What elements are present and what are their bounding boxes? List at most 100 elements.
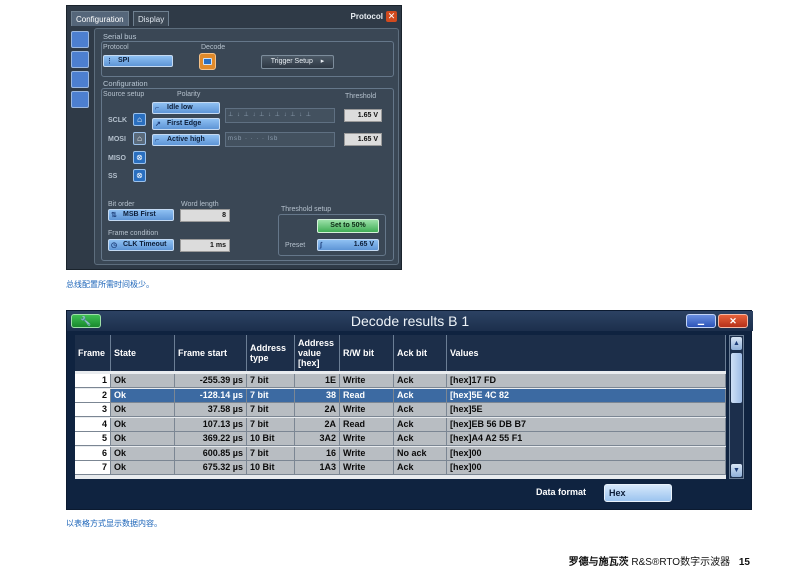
serial-bus-section: Serial bus — [103, 32, 137, 41]
column-header-ack-bit[interactable]: Ack bit — [394, 335, 447, 371]
clock-icon: ◷ — [111, 242, 118, 249]
miso-source-icon[interactable]: ⊗ — [133, 151, 146, 164]
cell-address-value: 3A2 — [295, 432, 340, 446]
caption-config: 总线配置所需时间极少。 — [66, 280, 154, 289]
sclk-edge-dropdown[interactable]: ↗ First Edge — [152, 118, 220, 130]
cell-values: [hex]5E — [447, 403, 726, 417]
mosi-source-icon[interactable]: ⌂ — [133, 132, 146, 145]
cell-ack-bit: Ack — [394, 403, 447, 417]
table-row[interactable]: 5 Ok 369.22 µs 10 Bit 3A2 Write Ack [hex]A4 A2 … — [75, 432, 726, 446]
cell-state: Ok — [111, 417, 175, 432]
cell-state: Ok — [111, 461, 175, 475]
source-setup-label: Source setup — [103, 91, 145, 98]
cell-frame-start: 107.13 µs — [175, 417, 247, 432]
cell-ack-bit: Ack — [394, 432, 447, 446]
cell-ack-bit: Ack — [394, 374, 447, 388]
side-nav-button-3[interactable] — [71, 71, 89, 88]
mosi-polarity-dropdown[interactable]: ⌐ Active high — [152, 134, 220, 146]
cell-values: [hex]A4 A2 55 F1 — [447, 432, 726, 446]
column-header-address-type[interactable]: Address type — [247, 335, 295, 371]
close-icon[interactable]: ✕ — [718, 314, 748, 328]
close-icon[interactable]: ✕ — [386, 11, 397, 22]
column-header-rw-bit[interactable]: R/W bit — [340, 335, 394, 371]
mosi-polarity-value: Active high — [167, 136, 205, 143]
table-row[interactable]: 7 Ok 675.32 µs 10 Bit 1A3 Write Ack [hex]00 — [75, 461, 726, 475]
side-nav-button-2[interactable] — [71, 51, 89, 68]
bit-order-label: Bit order — [108, 201, 135, 208]
preset-label: Preset — [285, 242, 306, 249]
column-header-values[interactable]: Values — [447, 335, 726, 371]
wrench-icon[interactable]: 🔧 — [71, 314, 101, 328]
table-row[interactable]: 4 Ok 107.13 µs 7 bit 2A Read Ack [hex]EB 56 DB … — [75, 417, 726, 432]
cell-rw-bit: Write — [340, 446, 394, 461]
table-row[interactable]: 2 Ok -128.14 µs 7 bit 38 Read Ack [hex]5E 4C 82 — [75, 388, 726, 403]
polarity-icon: ⌐ — [155, 105, 160, 112]
frame-timeout-field[interactable]: 1 ms — [180, 239, 230, 252]
table-row[interactable]: 3 Ok 37.58 µs 7 bit 2A Write Ack [hex]5E — [75, 403, 726, 417]
minimize-icon[interactable]: ▁ — [686, 314, 716, 328]
cell-address-type: 7 bit — [247, 374, 295, 388]
cell-address-type: 10 Bit — [247, 432, 295, 446]
preset-value: 1.65 V — [353, 241, 374, 248]
polarity-icon: ⌐ — [155, 137, 160, 144]
cell-address-type: 7 bit — [247, 388, 295, 403]
scroll-down-icon[interactable]: ▼ — [731, 464, 742, 477]
cell-frame-start: 369.22 µs — [175, 432, 247, 446]
data-format-dropdown[interactable]: Hex — [604, 484, 672, 502]
tab-display[interactable]: Display — [133, 11, 170, 26]
table-row[interactable]: 1 Ok -255.39 µs 7 bit 1E Write Ack [hex]17 FD — [75, 374, 726, 388]
trigger-setup-label: Trigger Setup — [270, 58, 313, 65]
tab-configuration[interactable]: Configuration — [71, 11, 129, 26]
scroll-up-icon[interactable]: ▲ — [731, 337, 742, 350]
column-header-frame[interactable]: Frame — [75, 335, 111, 371]
frame-condition-dropdown[interactable]: ◷ CLK Timeout — [108, 239, 174, 251]
decode-scrollbar[interactable]: ▲ ▼ — [729, 335, 744, 479]
column-header-address-value[interactable]: Address value [hex] — [295, 335, 340, 371]
cell-state: Ok — [111, 374, 175, 388]
cell-rw-bit: Write — [340, 374, 394, 388]
cell-values: [hex]00 — [447, 446, 726, 461]
cell-rw-bit: Read — [340, 417, 394, 432]
cell-state: Ok — [111, 432, 175, 446]
sclk-polarity-dropdown[interactable]: ⌐ Idle low — [152, 102, 220, 114]
cell-ack-bit: Ack — [394, 417, 447, 432]
scroll-thumb[interactable] — [731, 353, 742, 403]
cell-frame: 6 — [75, 446, 111, 461]
cell-frame: 1 — [75, 374, 111, 388]
cell-address-type: 7 bit — [247, 446, 295, 461]
cell-frame: 4 — [75, 417, 111, 432]
cell-address-value: 2A — [295, 403, 340, 417]
cell-frame: 7 — [75, 461, 111, 475]
ss-source-icon[interactable]: ⊗ — [133, 169, 146, 182]
side-nav-button-1[interactable] — [71, 31, 89, 48]
protocol-value: SPI — [118, 57, 130, 64]
cell-frame: 2 — [75, 388, 111, 403]
trigger-setup-button[interactable]: Trigger Setup ▸ — [261, 55, 334, 69]
chevron-right-icon: ▸ — [320, 58, 325, 65]
cell-state: Ok — [111, 446, 175, 461]
cell-values: [hex]17 FD — [447, 374, 726, 388]
table-row[interactable]: 6 Ok 600.85 µs 7 bit 16 Write No ack [hex]00 — [75, 446, 726, 461]
protocol-dropdown[interactable]: ⋮ SPI — [103, 55, 173, 67]
side-nav-button-4[interactable] — [71, 91, 89, 108]
set-to-50-button[interactable]: Set to 50% — [317, 219, 379, 233]
word-length-field[interactable]: 8 — [180, 209, 230, 222]
decode-label: Decode — [201, 44, 226, 51]
decode-toggle[interactable] — [199, 53, 216, 70]
cell-address-value: 1A3 — [295, 461, 340, 475]
sclk-source-icon[interactable]: ⌂ — [133, 113, 146, 126]
mosi-threshold-field[interactable]: 1.65 V — [344, 133, 382, 146]
sclk-waveform: ⊥ ↓ ⊥ ↓ ⊥ ↓ ⊥ ↓ ⊥ ↓ ⊥ — [225, 108, 335, 123]
protocol-window-title: Protocol — [350, 12, 383, 21]
column-header-frame-start[interactable]: Frame start — [175, 335, 247, 371]
preset-dropdown[interactable]: ∫ 1.65 V — [317, 239, 379, 251]
miso-label: MISO — [108, 155, 126, 162]
cell-rw-bit: Write — [340, 461, 394, 475]
cell-frame-start: -128.14 µs — [175, 388, 247, 403]
bit-order-dropdown[interactable]: ⇅ MSB First — [108, 209, 174, 221]
cell-address-value: 2A — [295, 417, 340, 432]
cell-ack-bit: No ack — [394, 446, 447, 461]
column-header-state[interactable]: State — [111, 335, 175, 371]
sclk-threshold-field[interactable]: 1.65 V — [344, 109, 382, 122]
protocol-label: Protocol — [103, 44, 129, 51]
